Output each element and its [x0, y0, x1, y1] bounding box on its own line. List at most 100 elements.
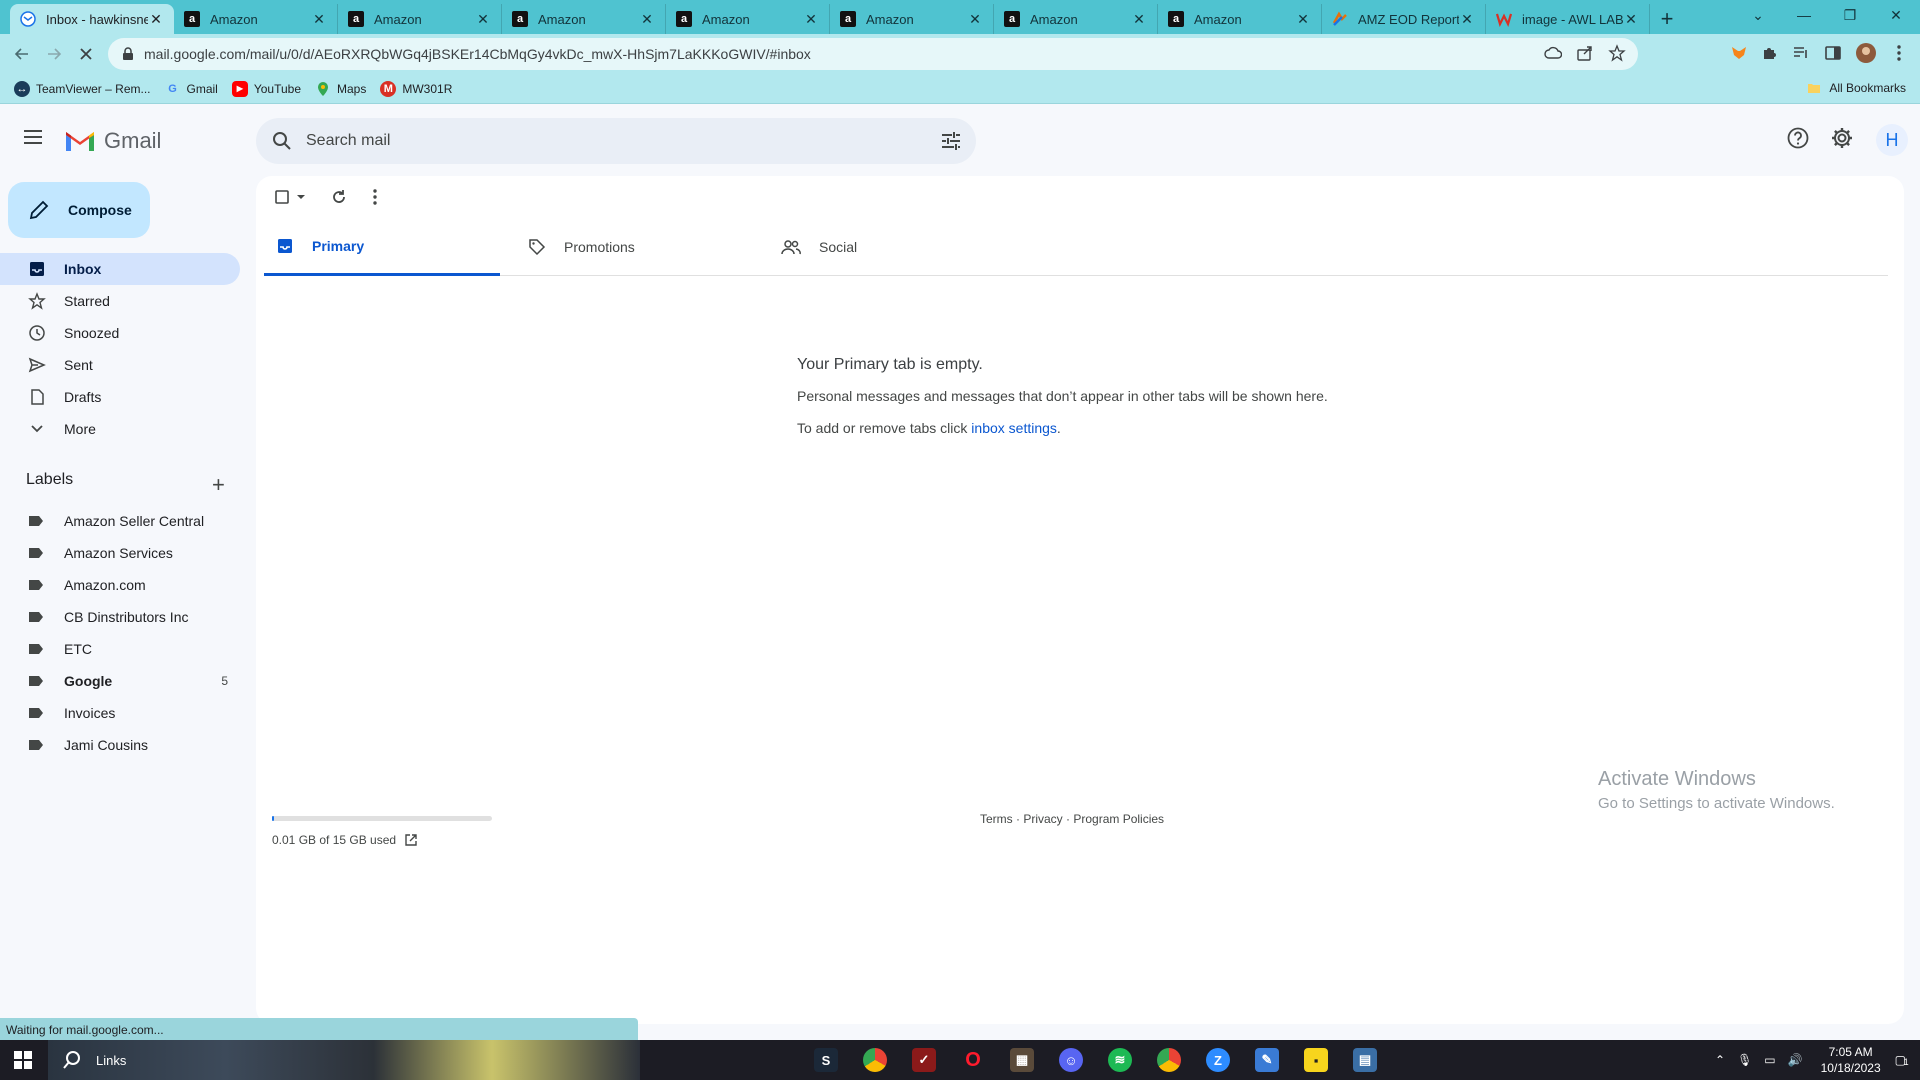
forward-button[interactable] [40, 40, 68, 68]
privacy-link[interactable]: Privacy [1023, 812, 1062, 826]
bookmark-youtube[interactable]: ▶ YouTube [231, 80, 301, 97]
close-tab-icon[interactable]: ✕ [1623, 11, 1639, 28]
browser-tab-gmail[interactable]: Inbox - hawkinsne ✕ [10, 4, 174, 34]
sidebar-item-drafts[interactable]: Drafts [0, 381, 240, 413]
side-panel-icon[interactable] [1822, 42, 1844, 64]
label-item[interactable]: Jami Cousins [0, 729, 240, 761]
volume-icon[interactable]: 🔊 [1788, 1053, 1803, 1067]
search-icon[interactable] [272, 131, 292, 151]
windows-start-icon[interactable] [14, 1051, 32, 1069]
tab-primary[interactable]: Primary [264, 218, 500, 276]
search-options-icon[interactable] [940, 130, 962, 152]
browser-tab-amazon[interactable]: a Amazon ✕ [338, 4, 502, 34]
photos-icon[interactable]: ▦ [1010, 1048, 1034, 1072]
taskbar-clock[interactable]: 7:05 AM 10/18/2023 [1821, 1044, 1881, 1076]
select-checkbox[interactable] [274, 189, 290, 205]
browser-tab-amazon[interactable]: a Amazon ✕ [994, 4, 1158, 34]
label-item[interactable]: Google 5 [0, 665, 240, 697]
tab-search-icon[interactable]: ⌄ [1735, 0, 1781, 30]
close-tab-icon[interactable]: ✕ [639, 11, 655, 28]
more-options-icon[interactable] [372, 188, 378, 206]
compose-button[interactable]: Compose [8, 182, 150, 238]
all-bookmarks-button[interactable]: All Bookmarks [1807, 81, 1906, 95]
close-tab-icon[interactable]: ✕ [967, 11, 983, 28]
sticky-notes-icon[interactable]: ▪ [1304, 1048, 1328, 1072]
settings-gear-icon[interactable] [1830, 126, 1854, 150]
program-policies-link[interactable]: Program Policies [1073, 812, 1164, 826]
bookmark-teamviewer[interactable]: ↔ TeamViewer – Rem... [14, 80, 151, 97]
browser-tab-amazon[interactable]: a Amazon ✕ [1158, 4, 1322, 34]
media-control-icon[interactable] [1790, 42, 1812, 64]
gmail-logo[interactable]: Gmail [64, 128, 161, 154]
cloud-download-icon[interactable] [1544, 44, 1562, 62]
browser-tab-awl[interactable]: image - AWL LAB ✕ [1486, 4, 1650, 34]
bookmark-gmail[interactable]: G Gmail [165, 81, 218, 97]
opera-icon[interactable]: O [961, 1048, 985, 1072]
bookmark-maps[interactable]: Maps [315, 81, 366, 97]
main-menu-icon[interactable] [22, 128, 44, 146]
label-item[interactable]: ETC [0, 633, 240, 665]
bookmark-star-icon[interactable] [1608, 44, 1626, 62]
account-avatar[interactable]: H [1876, 124, 1908, 156]
metamask-extension-icon[interactable] [1728, 42, 1750, 64]
app-icon[interactable]: ✓ [912, 1048, 936, 1072]
close-window-button[interactable]: ✕ [1873, 0, 1919, 30]
profile-avatar-icon[interactable] [1855, 42, 1877, 64]
browser-tab-amazon[interactable]: a Amazon ✕ [666, 4, 830, 34]
address-bar[interactable]: mail.google.com/mail/u/0/d/AEoRXRQbWGq4j… [108, 38, 1638, 70]
bookmark-mw301r[interactable]: M MW301R [380, 80, 452, 97]
notepad-icon[interactable]: ✎ [1255, 1048, 1279, 1072]
refresh-icon[interactable] [330, 188, 348, 206]
inbox-settings-link[interactable]: inbox settings [971, 420, 1057, 436]
add-label-button[interactable]: + [212, 472, 225, 498]
microphone-icon[interactable]: 🎙 [1737, 1053, 1752, 1067]
sidebar-item-more[interactable]: More [0, 413, 240, 445]
close-tab-icon[interactable]: ✕ [475, 11, 491, 28]
terms-link[interactable]: Terms [980, 812, 1013, 826]
taskbar-search[interactable]: Links [48, 1040, 248, 1080]
chrome-active-icon[interactable] [1157, 1048, 1181, 1072]
sidebar-item-starred[interactable]: Starred [0, 285, 240, 317]
label-item[interactable]: CB Dinstributors Inc [0, 601, 240, 633]
browser-tab-amazon[interactable]: a Amazon ✕ [174, 4, 338, 34]
label-item[interactable]: Amazon Services [0, 537, 240, 569]
restore-button[interactable]: ❐ [1827, 0, 1873, 30]
browser-tab-amazon[interactable]: a Amazon ✕ [502, 4, 666, 34]
zoom-icon[interactable]: Z [1206, 1048, 1230, 1072]
close-tab-icon[interactable]: ✕ [148, 11, 164, 28]
back-button[interactable] [8, 40, 36, 68]
search-input[interactable]: Search mail [306, 132, 390, 150]
sidebar-item-snoozed[interactable]: Snoozed [0, 317, 240, 349]
share-icon[interactable] [1576, 44, 1594, 62]
extensions-puzzle-icon[interactable] [1758, 42, 1780, 64]
browser-tab-amazon[interactable]: a Amazon ✕ [830, 4, 994, 34]
help-icon[interactable] [1786, 126, 1810, 150]
browser-tab-amz-eod-report[interactable]: AMZ EOD Report ✕ [1322, 4, 1486, 34]
sidebar-item-sent[interactable]: Sent [0, 349, 240, 381]
close-tab-icon[interactable]: ✕ [1131, 11, 1147, 28]
browser-menu-icon[interactable] [1888, 42, 1910, 64]
open-in-new-icon[interactable] [404, 833, 418, 847]
sidebar-item-inbox[interactable]: Inbox [0, 253, 240, 285]
minimize-button[interactable]: — [1781, 0, 1827, 30]
notifications-icon[interactable]: ▢ 1 [1895, 1053, 1909, 1067]
discord-icon[interactable]: ☺ [1059, 1048, 1083, 1072]
close-tab-icon[interactable]: ✕ [1295, 11, 1311, 28]
steam-icon[interactable]: S [814, 1048, 838, 1072]
chevron-up-icon[interactable]: ⌃ [1715, 1053, 1725, 1067]
new-tab-button[interactable]: + [1650, 4, 1684, 34]
label-item[interactable]: Invoices [0, 697, 240, 729]
tab-social[interactable]: Social [769, 218, 1005, 276]
search-mail-box[interactable]: Search mail [256, 118, 976, 164]
calculator-icon[interactable]: ▤ [1353, 1048, 1377, 1072]
label-item[interactable]: Amazon Seller Central [0, 505, 240, 537]
select-dropdown-icon[interactable] [296, 192, 306, 202]
network-icon[interactable]: ▭ [1764, 1053, 1775, 1067]
label-item[interactable]: Amazon.com [0, 569, 240, 601]
chrome-icon[interactable] [863, 1048, 887, 1072]
tab-promotions[interactable]: Promotions [516, 218, 752, 276]
close-tab-icon[interactable]: ✕ [311, 11, 327, 28]
stop-loading-button[interactable] [72, 40, 100, 68]
close-tab-icon[interactable]: ✕ [1459, 11, 1475, 28]
close-tab-icon[interactable]: ✕ [803, 11, 819, 28]
